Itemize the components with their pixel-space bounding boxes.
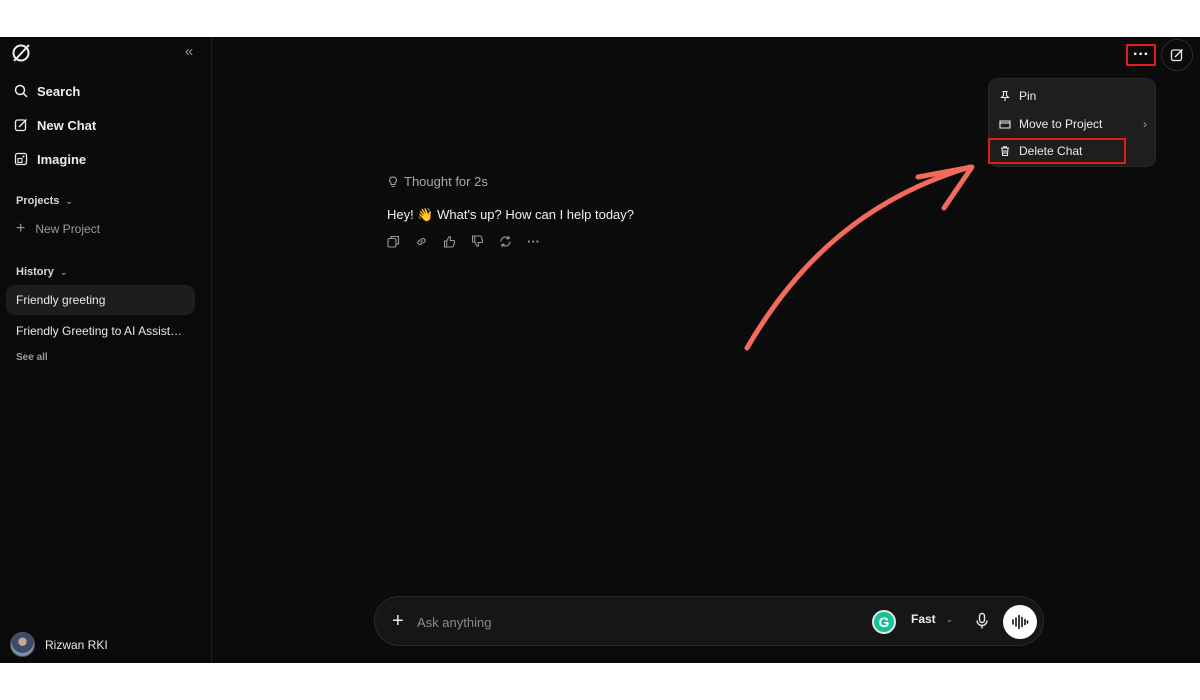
user-name: Rizwan RKI	[45, 637, 108, 652]
projects-label: Projects	[16, 195, 60, 207]
chevron-down-icon: ⌄	[945, 613, 954, 624]
attach-plus-icon[interactable]: +	[392, 610, 404, 632]
new-project-label: New Project	[35, 222, 101, 236]
edit-icon	[14, 119, 27, 132]
delete-chat-highlight	[988, 138, 1126, 164]
folder-icon	[999, 120, 1011, 129]
ellipsis-icon: ···	[1133, 46, 1149, 63]
waveform-icon	[1012, 614, 1029, 630]
chevron-down-icon: ⌄	[59, 266, 68, 277]
pin-icon	[1000, 90, 1010, 101]
edit-icon	[1170, 49, 1183, 62]
lightbulb-icon	[389, 175, 397, 187]
thumbs-up-icon[interactable]	[443, 235, 456, 248]
sidebar: « Search New Chat Imagine Projects ⌄ + N…	[0, 37, 212, 663]
sidebar-item-label: Imagine	[37, 151, 87, 167]
voice-mode-button[interactable]	[1003, 605, 1037, 639]
avatar	[10, 632, 35, 657]
assistant-message: Hey! 👋 What's up? How can I help today?	[387, 207, 635, 222]
regenerate-icon[interactable]	[499, 235, 512, 248]
history-item[interactable]: Friendly Greeting to AI Assist…	[6, 316, 195, 346]
history-item-label: Friendly greeting	[16, 293, 106, 307]
thumbs-down-icon[interactable]	[471, 235, 484, 248]
sidebar-item-label: Search	[37, 83, 81, 99]
ellipsis-icon[interactable]: ···	[527, 234, 540, 249]
menu-item-label: Pin	[1019, 89, 1037, 103]
model-mode-selector[interactable]: Fast ⌄	[911, 612, 953, 626]
new-chat-button[interactable]	[1161, 39, 1193, 71]
new-project-button[interactable]: + New Project	[16, 220, 101, 237]
projects-section-header[interactable]: Projects ⌄	[16, 195, 73, 207]
grammarly-icon[interactable]: G	[872, 610, 896, 634]
more-options-button[interactable]: ···	[1126, 44, 1156, 66]
history-item[interactable]: Friendly greeting	[6, 285, 195, 315]
menu-item-label: Move to Project	[1019, 117, 1103, 131]
thought-toggle[interactable]: Thought for 2s	[387, 174, 488, 189]
logo-icon[interactable]	[11, 43, 31, 63]
copy-icon[interactable]	[387, 235, 400, 248]
sidebar-item-imagine[interactable]: Imagine	[14, 148, 86, 170]
chevron-down-icon: ⌄	[65, 195, 73, 206]
image-icon	[14, 152, 28, 166]
app-window: « Search New Chat Imagine Projects ⌄ + N…	[0, 37, 1200, 663]
history-section-header[interactable]: History ⌄	[16, 266, 67, 278]
link-icon[interactable]	[415, 235, 428, 248]
search-icon	[14, 84, 28, 98]
chevron-right-icon: ›	[1143, 117, 1147, 131]
sidebar-item-search[interactable]: Search	[14, 80, 80, 102]
message-actions: ···	[387, 234, 540, 249]
microphone-icon[interactable]	[974, 612, 990, 630]
prompt-input[interactable]	[417, 611, 817, 633]
history-item-label: Friendly Greeting to AI Assist…	[16, 324, 183, 338]
see-all-link[interactable]: See all	[16, 352, 48, 363]
sidebar-item-new-chat[interactable]: New Chat	[14, 114, 96, 136]
history-label: History	[16, 266, 54, 278]
user-profile[interactable]: Rizwan RKI	[10, 632, 108, 657]
collapse-sidebar-icon[interactable]: «	[180, 43, 198, 61]
sidebar-item-label: New Chat	[37, 117, 97, 133]
menu-item-move-to-project[interactable]: Move to Project ›	[999, 113, 1147, 135]
thought-label: Thought for 2s	[404, 174, 488, 189]
mode-label: Fast	[911, 612, 936, 626]
plus-icon: +	[16, 220, 26, 237]
composer: + G Fast ⌄	[374, 596, 1044, 646]
menu-item-pin[interactable]: Pin	[999, 85, 1147, 107]
